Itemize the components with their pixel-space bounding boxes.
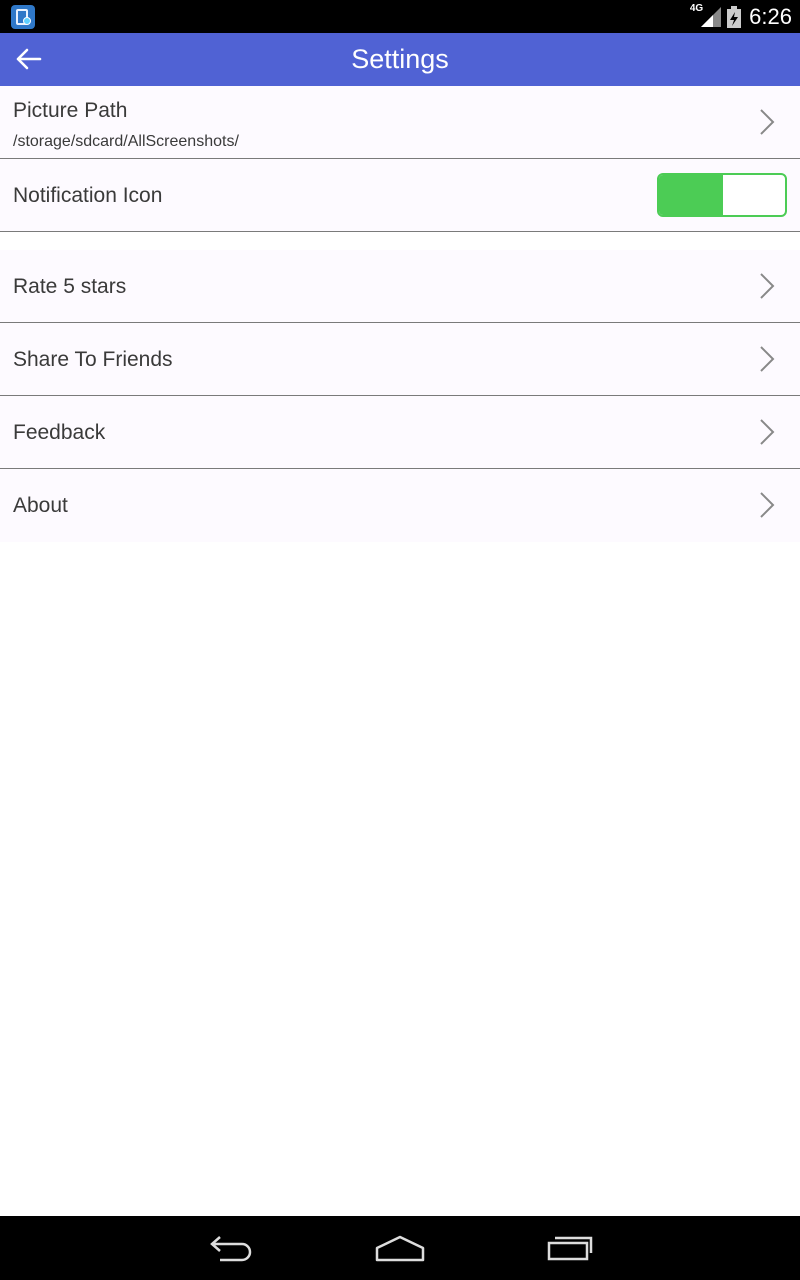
nav-back-button[interactable] xyxy=(200,1228,260,1268)
picture-path-value: /storage/sdcard/AllScreenshots/ xyxy=(13,133,239,150)
status-icons: 4G 6:26 xyxy=(690,0,792,33)
feedback-label: Feedback xyxy=(13,421,106,444)
setting-rate-5-stars[interactable]: Rate 5 stars xyxy=(0,250,800,323)
chevron-right-icon xyxy=(760,419,775,445)
chevron-right-icon xyxy=(760,273,775,299)
chevron-right-icon xyxy=(760,109,775,135)
home-icon xyxy=(375,1235,425,1262)
section-gap xyxy=(0,232,800,250)
notification-icon-toggle[interactable] xyxy=(657,173,787,217)
setting-feedback[interactable]: Feedback xyxy=(0,396,800,469)
status-time: 6:26 xyxy=(749,3,792,29)
app-notification-icon xyxy=(11,5,35,29)
signal-icon xyxy=(701,6,722,27)
chevron-right-icon xyxy=(760,346,775,372)
recent-apps-icon xyxy=(547,1236,593,1261)
status-bar: 4G 6:26 xyxy=(0,0,800,33)
about-label: About xyxy=(13,494,68,517)
page-title: Settings xyxy=(351,44,449,74)
network-type-label: 4G xyxy=(689,3,704,14)
notification-icon-label: Notification Icon xyxy=(13,184,163,207)
back-icon xyxy=(210,1236,252,1262)
settings-list: Picture Path /storage/sdcard/AllScreensh… xyxy=(0,86,800,542)
setting-notification-icon: Notification Icon xyxy=(0,159,800,232)
navigation-bar xyxy=(0,1216,800,1280)
picture-path-label: Picture Path xyxy=(13,99,128,122)
share-label: Share To Friends xyxy=(13,348,173,371)
setting-share-to-friends[interactable]: Share To Friends xyxy=(0,323,800,396)
setting-about[interactable]: About xyxy=(0,469,800,542)
chevron-right-icon xyxy=(760,492,775,518)
battery-icon xyxy=(727,5,742,28)
nav-home-button[interactable] xyxy=(370,1228,430,1268)
nav-recent-apps-button[interactable] xyxy=(540,1228,600,1268)
toggle-on-fill xyxy=(659,175,723,215)
toolbar: Settings xyxy=(0,33,800,86)
rate-label: Rate 5 stars xyxy=(13,275,127,298)
setting-picture-path[interactable]: Picture Path /storage/sdcard/AllScreensh… xyxy=(0,86,800,159)
